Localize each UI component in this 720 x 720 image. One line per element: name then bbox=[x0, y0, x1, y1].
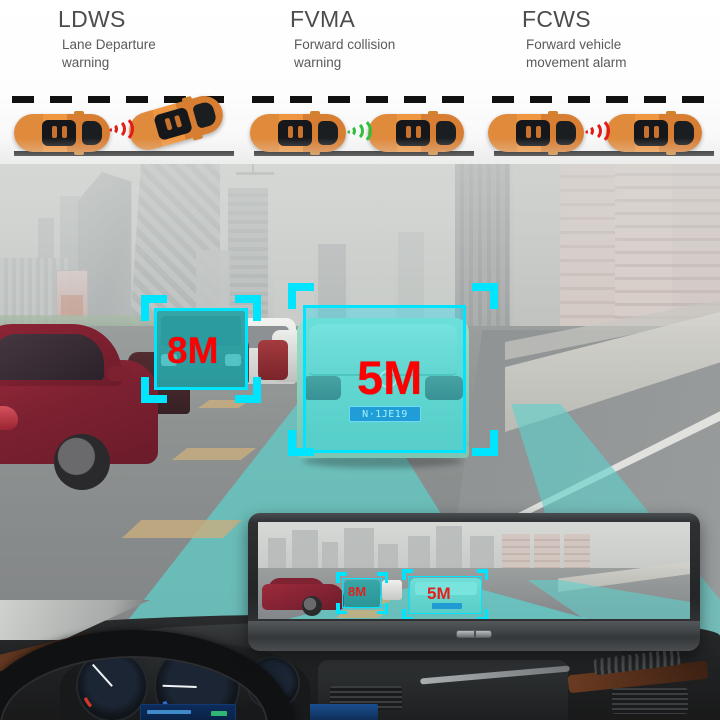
lead-car-icon bbox=[368, 111, 464, 155]
lane-dashed-line-icon bbox=[492, 96, 714, 103]
feature-ldws-desc-line2: warning bbox=[62, 54, 110, 70]
mini-corner-bl-5m bbox=[402, 609, 413, 619]
feature-fcws-illustration bbox=[480, 92, 720, 164]
lane-solid-line-icon bbox=[14, 151, 234, 156]
mini-building-g bbox=[436, 526, 462, 574]
mini-corner-tr-8m bbox=[377, 572, 388, 583]
mini-corner-tl-5m bbox=[402, 569, 413, 580]
detection-corner-bl-8m bbox=[141, 377, 167, 403]
mini-corner-bl-8m bbox=[336, 603, 347, 614]
mini-corner-tl-8m bbox=[336, 572, 347, 583]
distance-label-8m: 8M bbox=[167, 330, 219, 371]
ego-car-icon bbox=[250, 111, 346, 155]
rearview-mirror-dashcam[interactable]: 8M 5M bbox=[248, 513, 700, 651]
mini-corner-br-8m bbox=[377, 603, 388, 614]
lane-solid-line-icon bbox=[494, 151, 714, 156]
feature-fcws: FCWS Forward vehicle movement alarm bbox=[480, 0, 720, 164]
warning-signal-icon-fvma bbox=[342, 117, 372, 148]
feature-ldws-description: Lane Departure warning bbox=[0, 36, 240, 72]
air-vent-right bbox=[612, 688, 688, 714]
feature-fcws-code: FCWS bbox=[522, 6, 591, 32]
lane-solid-line-icon bbox=[254, 151, 474, 156]
red-car-traffic bbox=[258, 340, 288, 380]
detection-corner-br-8m bbox=[235, 377, 261, 403]
feature-fvma-illustration bbox=[240, 92, 480, 164]
detection-corner-tr-8m bbox=[235, 295, 261, 321]
mini-corner-tr-5m bbox=[477, 569, 488, 580]
detection-corner-tl-8m bbox=[141, 295, 167, 321]
feature-ldws: LDWS Lane Departure warning bbox=[0, 0, 240, 164]
feature-fvma: FVMA Forward collision warning bbox=[240, 0, 480, 164]
feature-panel: LDWS Lane Departure warning FVMA Forward… bbox=[0, 0, 720, 164]
feature-fvma-desc-line1: Forward collision bbox=[294, 37, 396, 52]
ego-car-icon bbox=[14, 111, 110, 155]
dashcam-bezel bbox=[248, 621, 700, 651]
feature-fcws-desc-line1: Forward vehicle bbox=[526, 37, 622, 52]
feature-fcws-desc-line2: movement alarm bbox=[526, 54, 627, 70]
feature-fvma-code: FVMA bbox=[290, 6, 356, 32]
feature-fvma-description: Forward collision warning bbox=[240, 36, 480, 72]
feature-fvma-desc-line2: warning bbox=[294, 54, 342, 70]
adjacent-red-sedan bbox=[0, 318, 158, 490]
dashcam-screen[interactable]: 8M 5M bbox=[258, 522, 690, 619]
dashcam-speaker-slot[interactable] bbox=[456, 630, 492, 638]
detection-corner-bl-5m bbox=[288, 430, 314, 456]
construction-crane-icon bbox=[236, 160, 274, 175]
dashcam-live-view: 8M 5M bbox=[258, 522, 690, 619]
distance-label-5m: 5M bbox=[357, 351, 423, 404]
feature-ldws-code: LDWS bbox=[58, 6, 126, 32]
warning-signal-icon-fcws bbox=[580, 117, 610, 148]
feature-ldws-illustration bbox=[0, 91, 240, 164]
detection-corner-tl-5m bbox=[288, 283, 314, 309]
lead-car-icon bbox=[606, 111, 702, 155]
mini-distance-label-5m: 5M bbox=[427, 584, 451, 603]
warning-signal-icon-ldws bbox=[104, 115, 134, 146]
detection-corner-tr-5m bbox=[472, 283, 498, 309]
mini-red-sedan bbox=[262, 578, 344, 616]
mini-distance-label-8m: 8M bbox=[348, 584, 367, 599]
lane-dashed-line-icon bbox=[252, 96, 474, 103]
road-dashed-marking-3 bbox=[122, 520, 242, 538]
screenshot-root: N·1JE19 8M 5M LDWS Lane Departure warnin… bbox=[0, 0, 720, 720]
mini-white-car bbox=[382, 580, 402, 600]
ego-car-icon bbox=[488, 111, 584, 155]
detection-corner-br-5m bbox=[472, 430, 498, 456]
feature-fcws-description: Forward vehicle movement alarm bbox=[480, 36, 720, 72]
mini-corner-br-5m bbox=[477, 609, 488, 619]
feature-ldws-desc-line1: Lane Departure bbox=[62, 37, 156, 52]
